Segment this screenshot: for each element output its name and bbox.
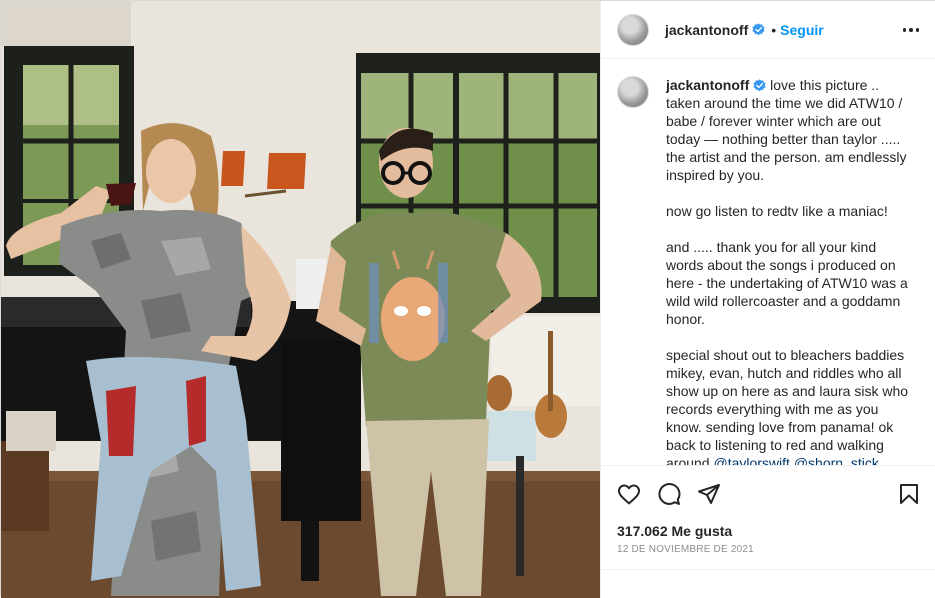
instagram-post-modal: jackantonoff • Seguir jackantonoff love … [0,0,935,598]
photo-illustration [1,1,600,598]
author-username[interactable]: jackantonoff [665,22,748,38]
caption-paragraph-4: special shout out to bleachers baddies m… [666,346,916,465]
caption-last-line-prefix: around [666,455,710,465]
bookmark-icon[interactable] [897,482,921,506]
mention-link[interactable]: @taylorswift [713,455,789,465]
mention-link[interactable]: @shorn_stick [794,455,879,465]
share-icon[interactable] [697,482,721,506]
caption-row: jackantonoff love this picture .. taken … [617,76,921,465]
author-avatar[interactable] [617,13,649,46]
likes-count[interactable]: 317.062 Me gusta [617,523,732,539]
header-separator: • [771,21,777,38]
follow-button[interactable]: Seguir [780,22,824,38]
post-actions: 317.062 Me gusta 12 de noviembre de 2021 [601,465,935,569]
caption-paragraph-2: now go listen to redtv like a maniac! [666,203,888,219]
post-photo[interactable] [1,1,600,598]
caption-paragraph-1: jackantonoff love this picture .. taken … [666,76,916,184]
verified-badge-icon [752,23,765,36]
heart-icon[interactable] [617,482,641,506]
verified-badge-icon [753,79,766,92]
caption-text: jackantonoff love this picture .. taken … [666,76,916,465]
caption-username[interactable]: jackantonoff [666,77,749,93]
caption-paragraph-4-text: special shout out to bleachers baddies m… [666,347,909,453]
more-options-icon[interactable] [899,20,923,40]
comment-icon[interactable] [657,482,681,506]
post-date[interactable]: 12 de noviembre de 2021 [617,544,754,555]
post-header: jackantonoff • Seguir [601,1,935,59]
caption-paragraph-3: and ..... thank you for all your kind wo… [666,239,908,327]
action-icons-group [617,482,721,506]
post-details-panel: jackantonoff • Seguir jackantonoff love … [600,1,935,598]
bottom-divider [601,569,935,570]
caption-scroll-area[interactable]: jackantonoff love this picture .. taken … [601,60,935,465]
caption-avatar[interactable] [617,76,649,108]
